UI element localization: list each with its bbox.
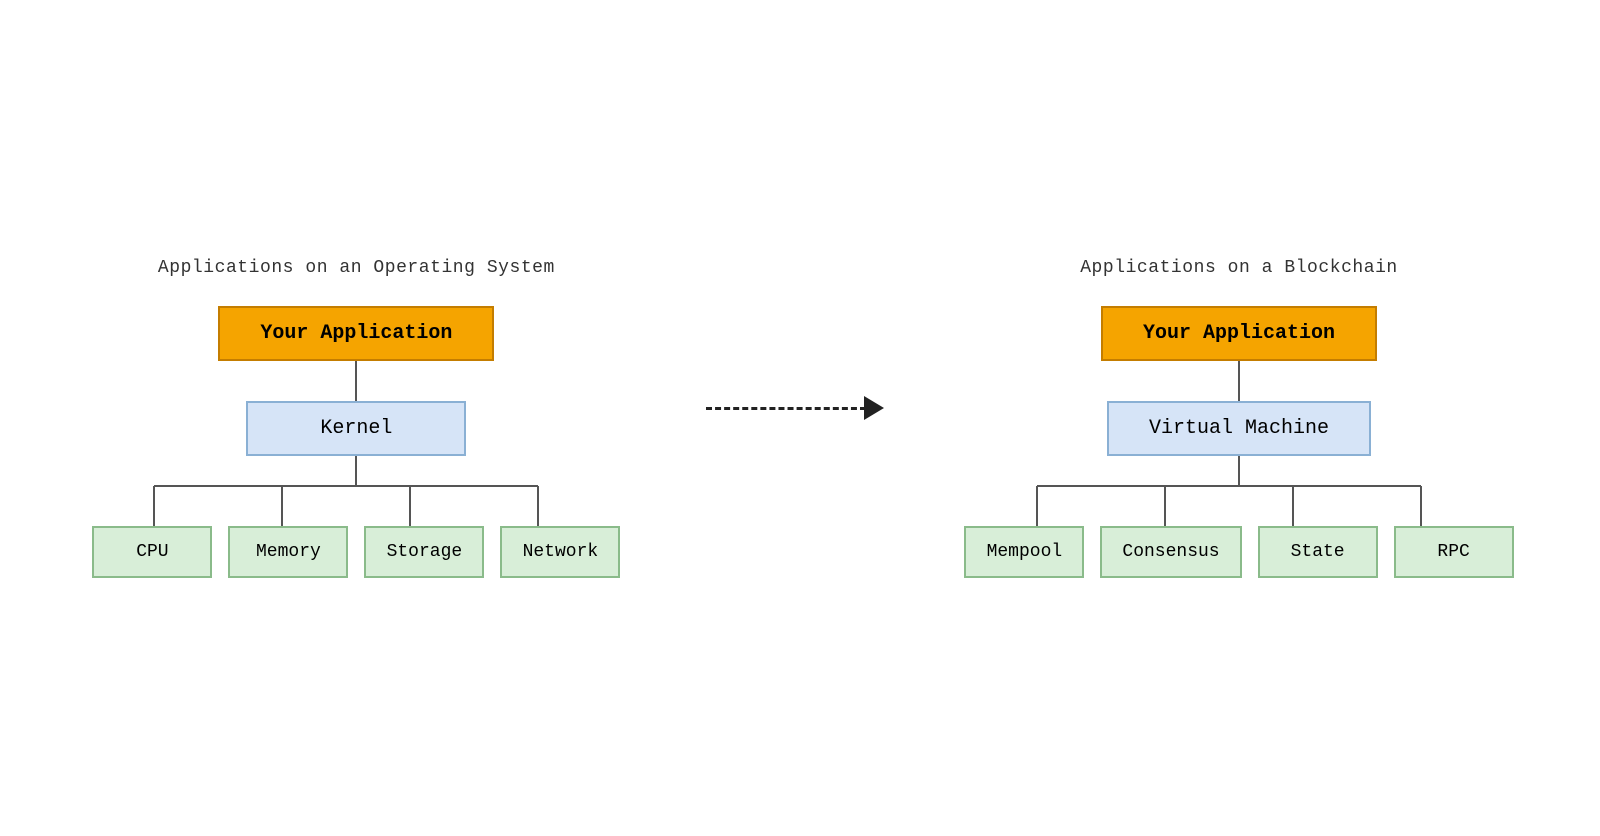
- main-container: Applications on an Operating System Your…: [0, 258, 1600, 578]
- right-diagram-title: Applications on a Blockchain: [1080, 258, 1398, 278]
- right-app-box: Your Application: [1101, 306, 1377, 361]
- right-leaf-state: State: [1258, 526, 1378, 578]
- arrow-head: [864, 396, 884, 420]
- left-leaf-network: Network: [500, 526, 620, 578]
- left-leaf-nodes: CPU Memory Storage Network: [92, 526, 620, 578]
- left-leaf-storage: Storage: [364, 526, 484, 578]
- left-line-1: [355, 361, 357, 401]
- arrow-section: [706, 396, 884, 420]
- right-leaf-consensus: Consensus: [1100, 526, 1241, 578]
- left-kernel-box: Kernel: [246, 401, 466, 456]
- left-diagram-title: Applications on an Operating System: [158, 258, 555, 278]
- right-diagram: Applications on a Blockchain Your Applic…: [964, 258, 1513, 578]
- right-leaf-nodes: Mempool Consensus State RPC: [964, 526, 1513, 578]
- right-leaf-rpc: RPC: [1394, 526, 1514, 578]
- left-app-box: Your Application: [218, 306, 494, 361]
- right-tree: Your Application Virtual Machine Mempool…: [964, 306, 1513, 578]
- left-leaf-cpu: CPU: [92, 526, 212, 578]
- left-tree-svg: [86, 456, 626, 526]
- left-leaf-memory: Memory: [228, 526, 348, 578]
- right-line-1: [1238, 361, 1240, 401]
- right-tree-svg: [969, 456, 1509, 526]
- left-tree: Your Application Kernel CPU: [86, 306, 626, 578]
- right-vm-box: Virtual Machine: [1107, 401, 1371, 456]
- right-leaf-mempool: Mempool: [964, 526, 1084, 578]
- left-diagram: Applications on an Operating System Your…: [86, 258, 626, 578]
- arrow-dashed-line: [706, 407, 866, 410]
